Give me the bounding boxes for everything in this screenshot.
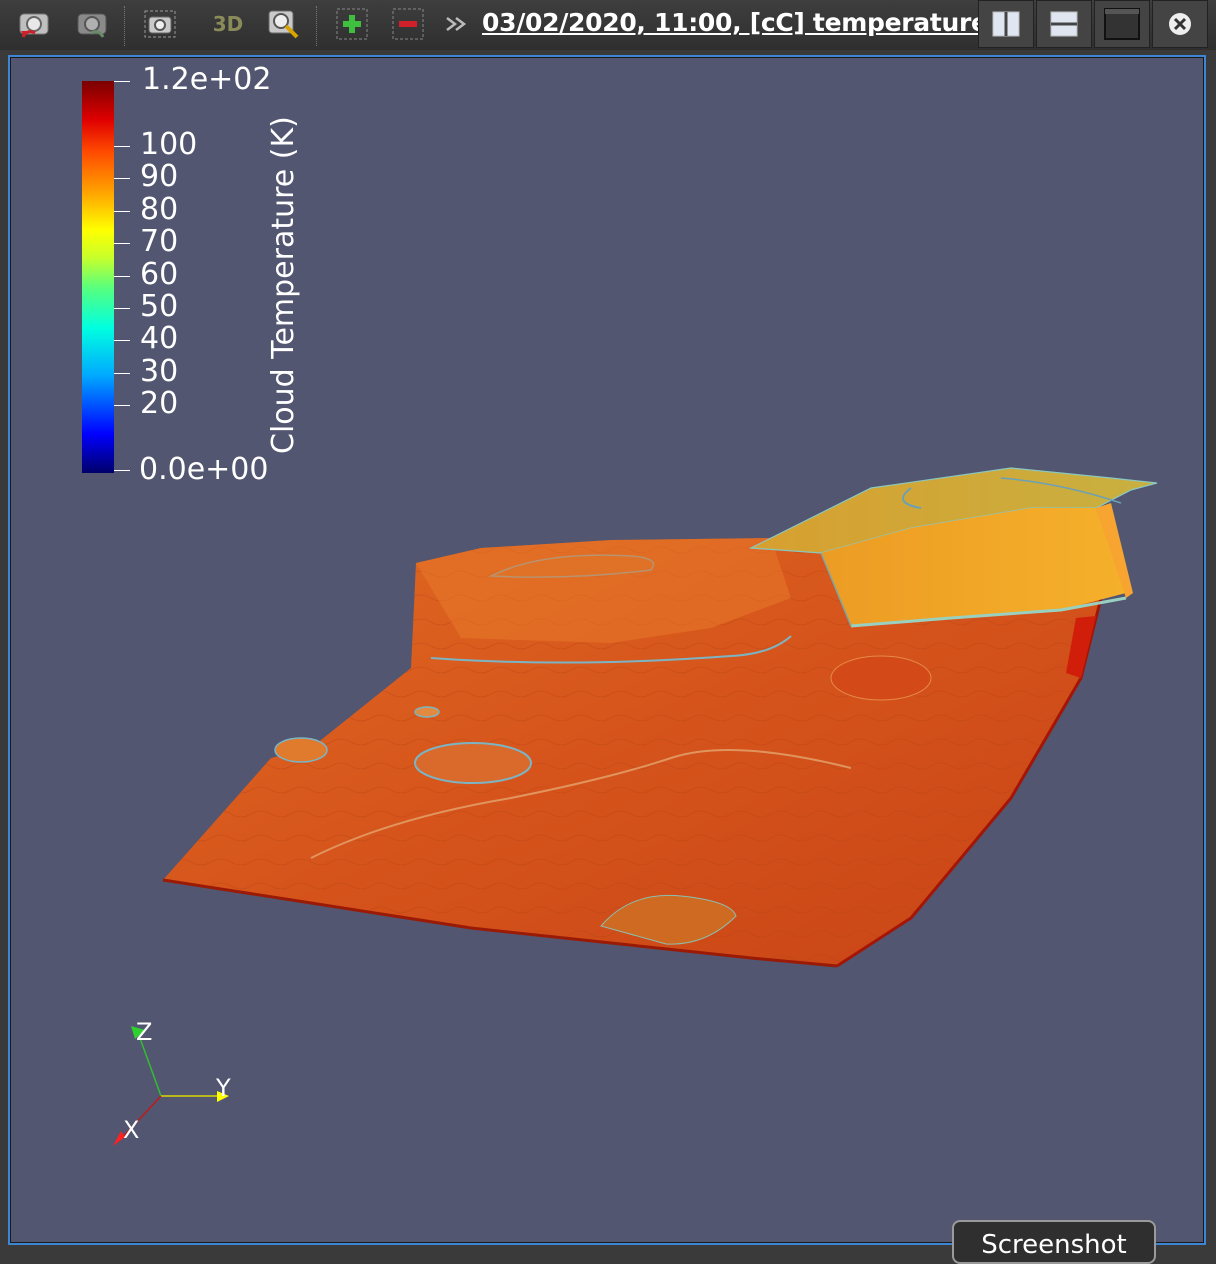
- legend-tick: [114, 340, 130, 341]
- remove-view-button[interactable]: [390, 6, 426, 42]
- split-vertical-icon: [1050, 11, 1078, 37]
- legend-title: Cloud Temperature (K): [266, 116, 301, 454]
- reset-camera-button[interactable]: [16, 6, 52, 42]
- maximize-view-button[interactable]: [1094, 0, 1150, 48]
- split-horizontal-button[interactable]: [978, 0, 1034, 48]
- toolbar-separator: [316, 6, 317, 46]
- legend-max-label: 1.2e+02: [142, 62, 272, 97]
- legend-tick: [114, 146, 130, 147]
- camera-undo-button[interactable]: [74, 6, 110, 42]
- legend-tick: [114, 373, 130, 374]
- legend-tick-label: 60: [140, 257, 179, 292]
- capture-screenshot-button[interactable]: [142, 6, 178, 42]
- close-icon: [1169, 13, 1191, 35]
- legend-tick-label: 90: [140, 159, 179, 194]
- legend-tick: [114, 211, 130, 212]
- axis-y-label: Y: [216, 1074, 231, 1102]
- legend-tick: [114, 308, 130, 309]
- double-chevron-icon: [446, 17, 467, 31]
- legend-tick-label: 20: [140, 386, 179, 421]
- split-horizontal-icon: [992, 11, 1020, 37]
- more-tools-button[interactable]: [442, 6, 472, 42]
- maximize-icon: [1104, 8, 1140, 40]
- split-vertical-button[interactable]: [1036, 0, 1092, 48]
- legend-tick-label: 80: [140, 192, 179, 227]
- legend-colorbar: [82, 81, 114, 473]
- view-toolbar: 3D 03/02/2020, 11:00, [cC] temperature: [0, 0, 1216, 50]
- axis-x-label: X: [123, 1116, 140, 1144]
- render-viewport[interactable]: 100 90 80 70 60 50 40 30 20 1.2e+02 0.0e+00 Clou…: [8, 55, 1206, 1245]
- legend-tick-label: 30: [140, 354, 179, 389]
- toolbar-separator: [124, 6, 125, 46]
- toggle-3d-button[interactable]: 3D: [210, 6, 246, 42]
- zoom-box-icon: [268, 10, 299, 39]
- view-title-link[interactable]: 03/02/2020, 11:00, [cC] temperature: [482, 8, 988, 37]
- legend-tick: [114, 178, 130, 179]
- legend-tick-max: [114, 81, 130, 82]
- plus-icon: [336, 8, 368, 40]
- legend-tick: [114, 405, 130, 406]
- legend-tick-label: 100: [140, 127, 198, 162]
- render-area: 100 90 80 70 60 50 40 30 20 1.2e+02 0.0e+00 Clou…: [10, 57, 1204, 1243]
- zoom-to-box-button[interactable]: [266, 6, 302, 42]
- legend-tick: [114, 276, 130, 277]
- screenshot-button[interactable]: Screenshot: [952, 1220, 1156, 1264]
- legend-tick: [114, 243, 130, 244]
- legend-tick-label: 40: [140, 321, 179, 356]
- camera-reset-icon: [19, 13, 49, 38]
- legend-tick-min: [114, 470, 130, 471]
- add-view-button[interactable]: [334, 6, 370, 42]
- legend-min-label: 0.0e+00: [139, 452, 269, 487]
- close-view-button[interactable]: [1152, 0, 1208, 48]
- camera-icon: [144, 10, 176, 38]
- legend-tick-label: 50: [140, 289, 179, 324]
- legend-tick-label: 70: [140, 224, 179, 259]
- minus-icon: [392, 8, 424, 40]
- axis-z-label: Z: [136, 1018, 153, 1046]
- camera-undo-icon: [77, 13, 107, 38]
